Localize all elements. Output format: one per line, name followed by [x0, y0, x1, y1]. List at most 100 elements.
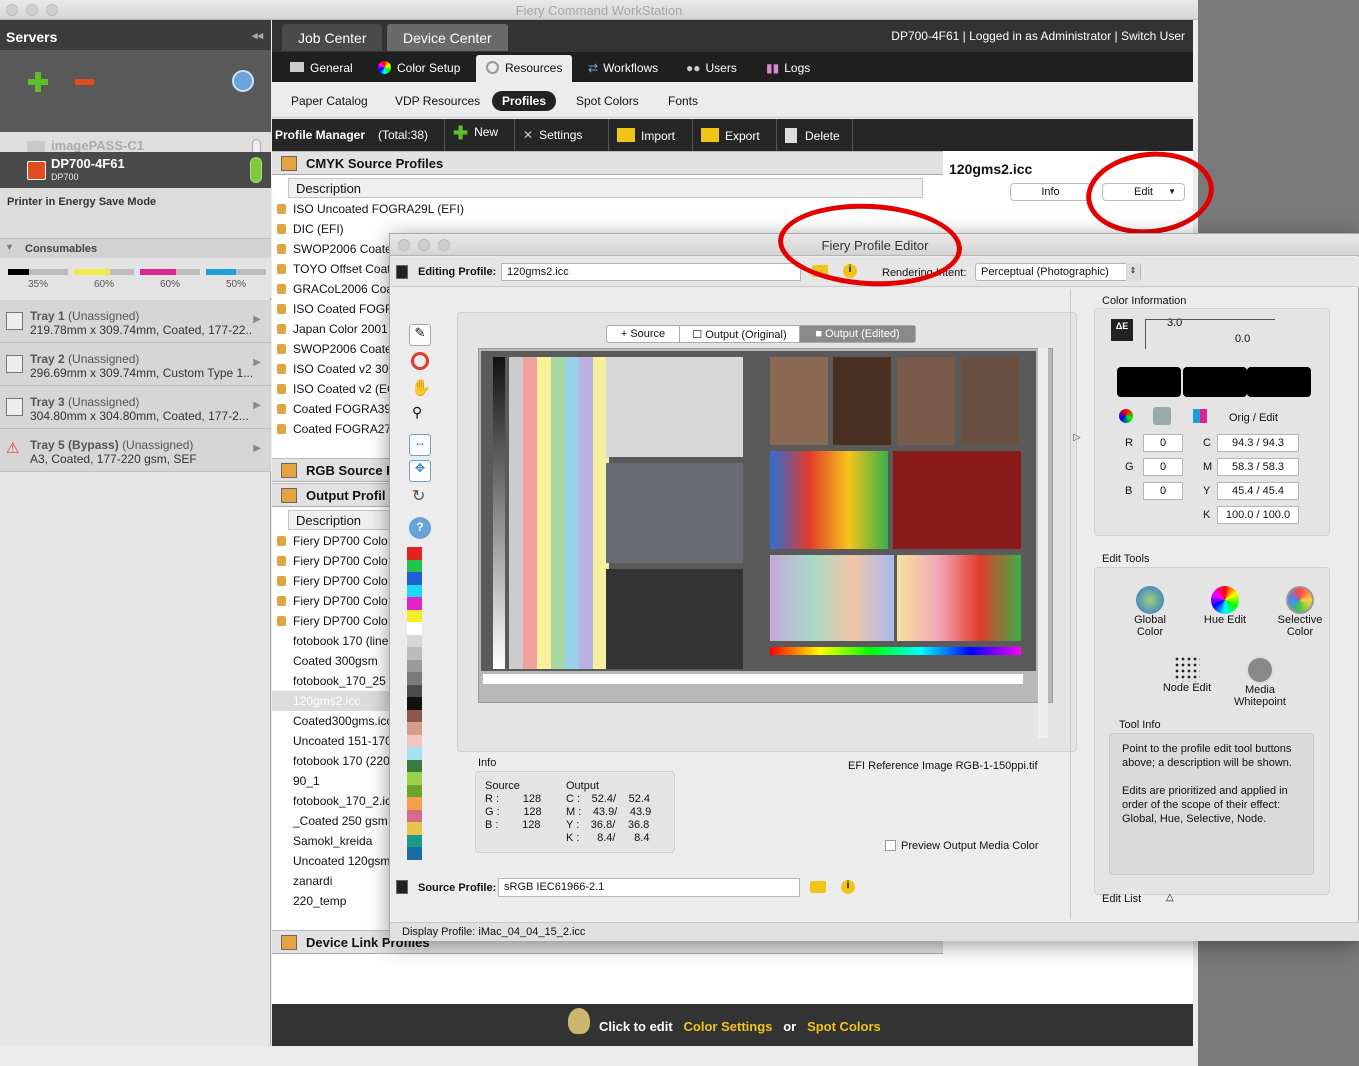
hand-icon[interactable]: ✋: [411, 378, 431, 398]
minimize-window-icon[interactable]: [418, 239, 430, 251]
remove-server-icon[interactable]: [75, 79, 94, 85]
zoom-icon[interactable]: ⚲: [412, 404, 422, 421]
color-swatch[interactable]: [407, 772, 422, 785]
color-swatch[interactable]: [407, 709, 422, 722]
media-whitepoint-tool[interactable]: Media Whitepoint: [1225, 656, 1295, 708]
patch-icon[interactable]: [1193, 409, 1207, 423]
collapse-icon[interactable]: ◂◂: [252, 29, 263, 42]
color-swatch[interactable]: [407, 622, 422, 635]
cmyk-mode-icon[interactable]: [1153, 407, 1171, 425]
selective-color-tool[interactable]: Selective Color: [1270, 586, 1330, 638]
tab-spot-colors[interactable]: Spot Colors: [566, 91, 649, 111]
color-swatch[interactable]: [407, 784, 422, 797]
add-server-icon[interactable]: [28, 72, 48, 92]
color-swatch[interactable]: [407, 797, 422, 810]
tab-color-setup[interactable]: Color Setup: [368, 55, 470, 82]
info-icon[interactable]: i: [841, 880, 855, 894]
new-button[interactable]: ✚ New: [444, 119, 506, 151]
vertical-scrollbar[interactable]: [1038, 348, 1048, 738]
color-swatch[interactable]: [407, 584, 422, 597]
color-swatch[interactable]: [407, 659, 422, 672]
editing-profile-field[interactable]: 120gms2.icc: [501, 263, 801, 281]
tab-profiles[interactable]: Profiles: [492, 91, 557, 111]
rgb-value-field[interactable]: 0: [1143, 482, 1183, 500]
color-swatch[interactable]: [407, 684, 422, 697]
reference-image[interactable]: [478, 348, 1053, 703]
color-swatch[interactable]: [407, 747, 422, 760]
refresh-servers-icon[interactable]: [232, 70, 254, 92]
open-folder-icon[interactable]: [810, 881, 826, 893]
import-button[interactable]: Import: [608, 119, 683, 151]
source-profile-field[interactable]: sRGB IEC61966-2.1: [498, 878, 800, 897]
tab-source[interactable]: + Source: [607, 326, 680, 342]
color-settings-link[interactable]: Color Settings: [684, 1019, 773, 1034]
tab-paper-catalog[interactable]: Paper Catalog: [281, 91, 378, 111]
tab-output-original[interactable]: ☐ Output (Original): [680, 326, 800, 342]
rendering-intent-select[interactable]: Perceptual (Photographic) ⇕: [975, 263, 1141, 281]
tab-general[interactable]: General: [280, 55, 363, 82]
close-window-icon[interactable]: [398, 239, 410, 251]
tab-workflows[interactable]: ⇄ Workflows: [578, 55, 668, 82]
color-swatch[interactable]: [407, 597, 422, 610]
edit-list-label[interactable]: Edit List: [1102, 893, 1141, 905]
rgb-value-field[interactable]: 0: [1143, 458, 1183, 476]
help-icon[interactable]: ?: [409, 517, 431, 539]
color-swatch[interactable]: [407, 572, 422, 585]
color-swatch[interactable]: [407, 734, 422, 747]
tray-item[interactable]: ⚠ Tray 5 (Bypass) (Unassigned) A3, Coate…: [0, 429, 271, 472]
cmyk-value-field[interactable]: 94.3 / 94.3: [1217, 434, 1299, 452]
expand-panel-icon[interactable]: ▷: [1073, 432, 1081, 443]
delete-button[interactable]: Delete: [776, 119, 853, 151]
rgb-mode-icon[interactable]: [1119, 409, 1133, 423]
tab-resources[interactable]: Resources: [476, 55, 573, 82]
color-swatch[interactable]: [407, 847, 422, 860]
cmyk-value-field[interactable]: 45.4 / 45.4: [1217, 482, 1299, 500]
color-swatch[interactable]: [407, 809, 422, 822]
cmyk-value-field[interactable]: 58.3 / 58.3: [1217, 458, 1299, 476]
color-swatch[interactable]: [407, 559, 422, 572]
color-swatch[interactable]: [407, 759, 422, 772]
tab-output-edited[interactable]: ■ Output (Edited): [800, 326, 915, 342]
rgb-value-field[interactable]: 0: [1143, 434, 1183, 452]
color-swatch[interactable]: [407, 672, 422, 685]
tray-item[interactable]: Tray 2 (Unassigned) 296.69mm x 309.74mm,…: [0, 343, 271, 386]
color-swatch[interactable]: [407, 697, 422, 710]
fit-width-icon[interactable]: ↔: [409, 434, 431, 456]
color-swatch[interactable]: [407, 822, 422, 835]
cmyk-value-field[interactable]: 100.0 / 100.0: [1217, 506, 1299, 524]
server-item-dp700[interactable]: DP700-4F61 DP700: [0, 152, 271, 188]
color-swatch[interactable]: [407, 834, 422, 847]
tab-logs[interactable]: ▮▮ Logs: [756, 55, 820, 82]
preview-checkbox[interactable]: [885, 840, 896, 851]
color-swatch[interactable]: [407, 634, 422, 647]
hue-edit-tool[interactable]: Hue Edit: [1193, 586, 1257, 626]
tray-item[interactable]: Tray 3 (Unassigned) 304.80mm x 304.80mm,…: [0, 386, 271, 429]
eyedropper-icon[interactable]: ✎: [409, 324, 431, 346]
settings-button[interactable]: ✕ Settings: [514, 119, 590, 151]
consumables-header[interactable]: ▼ Consumables: [0, 238, 271, 258]
info-button[interactable]: Info: [1010, 183, 1091, 201]
tab-vdp-resources[interactable]: VDP Resources: [385, 91, 490, 111]
node-edit-tool[interactable]: Node Edit: [1155, 656, 1219, 694]
description-column-header[interactable]: Description: [288, 178, 923, 198]
cmyk-section-header[interactable]: CMYK Source Profiles: [272, 151, 943, 175]
color-swatch[interactable]: [407, 722, 422, 735]
tray-item[interactable]: Tray 1 (Unassigned) 219.78mm x 309.74mm,…: [0, 300, 271, 343]
tab-device-center[interactable]: Device Center: [387, 24, 508, 51]
tab-fonts[interactable]: Fonts: [658, 91, 708, 111]
export-button[interactable]: Export: [692, 119, 768, 151]
zoom-window-icon[interactable]: [438, 239, 450, 251]
color-swatch[interactable]: [407, 547, 422, 560]
chevron-up-icon[interactable]: △: [1166, 892, 1174, 903]
target-icon[interactable]: [411, 352, 429, 370]
color-swatch[interactable]: [407, 647, 422, 660]
rotate-icon[interactable]: ↻: [412, 486, 425, 506]
color-swatch[interactable]: [407, 609, 422, 622]
fit-page-icon[interactable]: ✥: [409, 460, 431, 482]
spot-colors-link[interactable]: Spot Colors: [807, 1019, 881, 1034]
preview-media-option[interactable]: Preview Output Media Color: [885, 840, 1039, 852]
global-color-tool[interactable]: Global Color: [1120, 586, 1180, 638]
tab-job-center[interactable]: Job Center: [282, 24, 383, 51]
tab-users[interactable]: ●● Users: [676, 55, 747, 82]
login-status[interactable]: DP700-4F61 | Logged in as Administrator …: [891, 29, 1185, 43]
